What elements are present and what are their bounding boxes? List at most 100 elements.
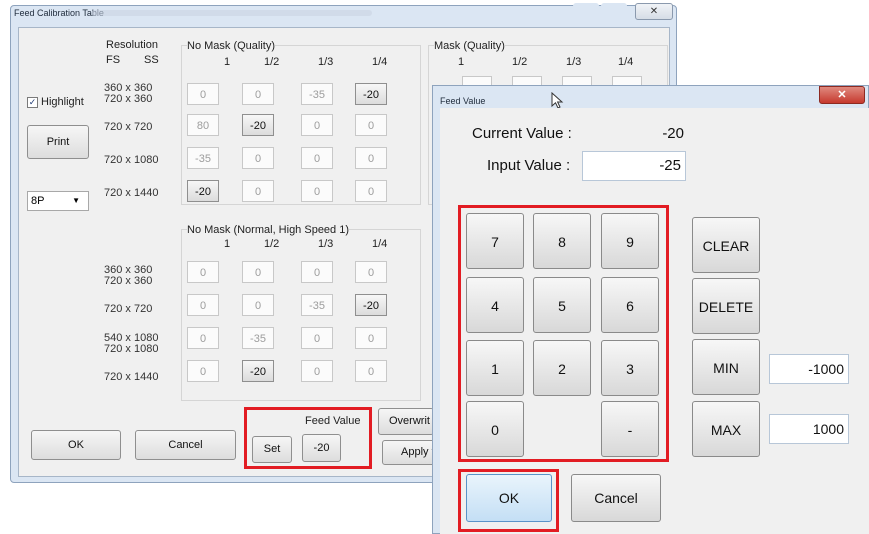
normal-table-cell-r1-c1[interactable]: 0: [242, 294, 274, 316]
normal-table-cell-r2-c1[interactable]: -35: [242, 327, 274, 349]
no-mask-quality-title: No Mask (Quality): [187, 40, 276, 52]
normal-table-cell-r2-c3[interactable]: 0: [355, 327, 387, 349]
key-four-button[interactable]: 4: [466, 277, 524, 333]
quality-table-cell-r0-c0[interactable]: 0: [187, 83, 219, 105]
normal-table-cell-r0-c1[interactable]: 0: [242, 261, 274, 283]
mask-col-header-1: 1: [458, 56, 465, 68]
key-three-button[interactable]: 3: [601, 340, 659, 396]
normal-table-cell-r3-c2[interactable]: 0: [301, 360, 333, 382]
col2-header-1-2: 1/2: [264, 238, 280, 250]
input-value-field[interactable]: -25: [582, 151, 686, 181]
resolution-row-bottom-0: 360 x 360 720 x 360: [104, 264, 153, 287]
quality-table-cell-r2-c3[interactable]: 0: [355, 147, 387, 169]
close-icon: ✕: [649, 6, 659, 17]
highlight-label: Highlight: [41, 96, 84, 108]
normal-table-cell-r0-c2[interactable]: 0: [301, 261, 333, 283]
minimize-button[interactable]: [573, 3, 599, 20]
dialog-close-button[interactable]: ✕: [819, 86, 865, 104]
mask-col-header-1-4: 1/4: [618, 56, 634, 68]
key-minus-button[interactable]: -: [601, 401, 659, 457]
current-value-label: Current Value :: [472, 125, 572, 142]
normal-table-cell-r1-c0[interactable]: 0: [187, 294, 219, 316]
key-five-button[interactable]: 5: [533, 277, 591, 333]
resolution-row-bottom-3: 720 x 1440: [104, 371, 159, 383]
key-one-button[interactable]: 1: [466, 340, 524, 396]
min-button[interactable]: MIN: [692, 339, 760, 395]
main-ok-button[interactable]: OK: [31, 430, 121, 460]
mask-col-header-1-2: 1/2: [512, 56, 528, 68]
title-blurred-text: [92, 10, 372, 16]
clear-button[interactable]: CLEAR: [692, 217, 760, 273]
resolution-row-top-0: 360 x 360 720 x 360: [104, 82, 153, 105]
resolution-row-bottom-2: 540 x 1080 720 x 1080: [104, 332, 159, 355]
normal-table-cell-r0-c3[interactable]: 0: [355, 261, 387, 283]
ss-header: SS: [144, 54, 159, 66]
mode-select[interactable]: 8P ▼: [27, 191, 89, 211]
key-zero-button[interactable]: 0: [466, 401, 524, 457]
apply-button[interactable]: Apply t: [382, 440, 436, 465]
normal-table-cell-r2-c2[interactable]: 0: [301, 327, 333, 349]
quality-table-cell-r1-c3[interactable]: 0: [355, 114, 387, 136]
key-nine-button[interactable]: 9: [601, 213, 659, 269]
window-title: Feed Calibration Table: [14, 8, 104, 18]
dialog-ok-button[interactable]: OK: [466, 474, 552, 522]
quality-table-cell-r1-c2[interactable]: 0: [301, 114, 333, 136]
maximize-button[interactable]: [601, 3, 627, 20]
max-button[interactable]: MAX: [692, 401, 760, 457]
quality-table-cell-r0-c3[interactable]: -20: [355, 83, 387, 105]
mask-col-header-1-3: 1/3: [566, 56, 582, 68]
main-close-button[interactable]: ✕: [635, 3, 673, 20]
close-icon: ✕: [837, 89, 847, 101]
quality-table-cell-r0-c2[interactable]: -35: [301, 83, 333, 105]
normal-table-cell-r3-c3[interactable]: 0: [355, 360, 387, 382]
resolution-row-top-3: 720 x 1440: [104, 187, 159, 199]
quality-table-cell-r2-c1[interactable]: 0: [242, 147, 274, 169]
quality-table-cell-r3-c1[interactable]: 0: [242, 180, 274, 202]
col2-header-1-4: 1/4: [372, 238, 388, 250]
max-value-field[interactable]: 1000: [769, 414, 849, 444]
normal-table-cell-r2-c0[interactable]: 0: [187, 327, 219, 349]
quality-table-cell-r1-c1[interactable]: -20: [242, 114, 274, 136]
key-six-button[interactable]: 6: [601, 277, 659, 333]
col-header-1-4: 1/4: [372, 56, 388, 68]
normal-table-cell-r3-c1[interactable]: -20: [242, 360, 274, 382]
main-cancel-button[interactable]: Cancel: [135, 430, 236, 460]
quality-table-cell-r2-c0[interactable]: -35: [187, 147, 219, 169]
normal-table-cell-r3-c0[interactable]: 0: [187, 360, 219, 382]
set-button[interactable]: Set: [252, 436, 292, 463]
quality-table-cell-r3-c2[interactable]: 0: [301, 180, 333, 202]
key-two-button[interactable]: 2: [533, 340, 591, 396]
current-value: -20: [662, 125, 684, 142]
overwrite-button[interactable]: Overwrit: [378, 408, 434, 435]
quality-table-cell-r1-c0[interactable]: 80: [187, 114, 219, 136]
col-header-1-3: 1/3: [318, 56, 334, 68]
resolution-row-top-1: 720 x 720: [104, 121, 153, 133]
col-header-1: 1: [224, 56, 231, 68]
quality-table-cell-r3-c0[interactable]: -20: [187, 180, 219, 202]
highlight-checkbox[interactable]: ✓: [27, 97, 38, 108]
key-seven-button[interactable]: 7: [466, 213, 524, 269]
mask-quality-title: Mask (Quality): [434, 40, 505, 52]
normal-table-cell-r1-c2[interactable]: -35: [301, 294, 333, 316]
resolution-header: Resolution: [106, 39, 158, 51]
feed-value-field[interactable]: -20: [302, 434, 341, 462]
quality-table-cell-r2-c2[interactable]: 0: [301, 147, 333, 169]
normal-table-cell-r0-c0[interactable]: 0: [187, 261, 219, 283]
delete-button[interactable]: DELETE: [692, 278, 760, 334]
min-value-field[interactable]: -1000: [769, 354, 849, 384]
quality-table-cell-r0-c1[interactable]: 0: [242, 83, 274, 105]
mode-select-value: 8P: [31, 195, 45, 207]
feed-value-label: Feed Value: [305, 415, 361, 427]
col-header-1-2: 1/2: [264, 56, 280, 68]
dialog-title: Feed Value: [440, 96, 486, 106]
print-button[interactable]: Print: [27, 125, 89, 159]
key-eight-button[interactable]: 8: [533, 213, 591, 269]
normal-table-cell-r1-c3[interactable]: -20: [355, 294, 387, 316]
input-value-label: Input Value :: [487, 157, 571, 174]
resolution-row-bottom-1: 720 x 720: [104, 303, 153, 315]
dialog-cancel-button[interactable]: Cancel: [571, 474, 661, 522]
col2-header-1: 1: [224, 238, 231, 250]
resolution-row-top-2: 720 x 1080: [104, 154, 159, 166]
quality-table-cell-r3-c3[interactable]: 0: [355, 180, 387, 202]
no-mask-normal-title: No Mask (Normal, High Speed 1): [187, 224, 350, 236]
